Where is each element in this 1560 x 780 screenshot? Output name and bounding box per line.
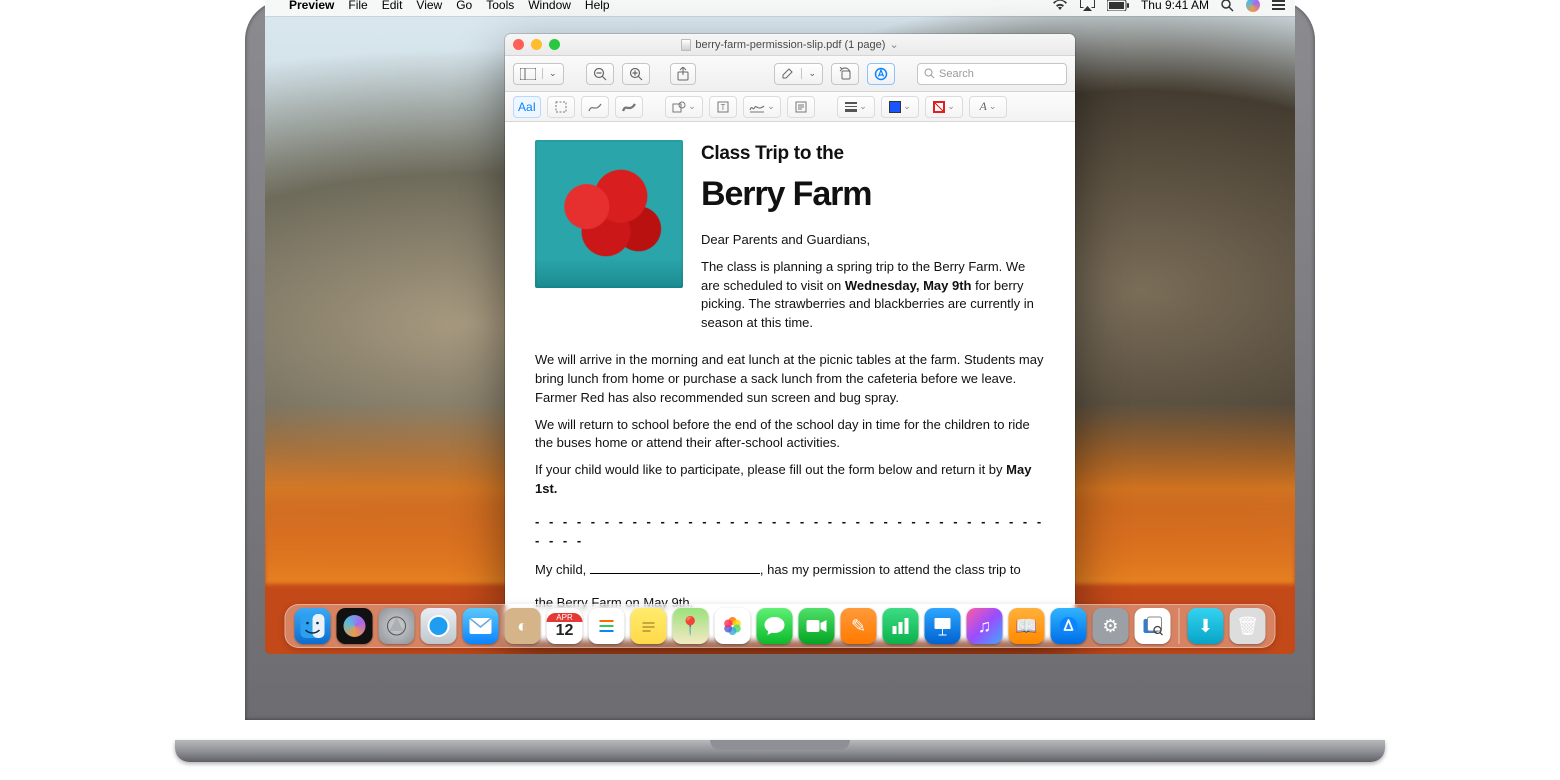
dock-downloads[interactable]: ⬇: [1188, 608, 1224, 644]
menu-clock[interactable]: Thu 9:41 AM: [1141, 0, 1209, 12]
menu-file[interactable]: File: [348, 0, 367, 12]
border-color-button[interactable]: ⌄: [925, 96, 963, 118]
dock-mail[interactable]: [463, 608, 499, 644]
dock-keynote[interactable]: [925, 608, 961, 644]
document-proxy-icon: [681, 39, 691, 51]
window-title: berry-farm-permission-slip.pdf (1 page): [695, 39, 885, 51]
doc-title-line1: Class Trip to the: [701, 140, 1045, 168]
dock-separator: [1179, 608, 1180, 644]
zoom-in-button[interactable]: [622, 63, 650, 85]
fill-color-button[interactable]: ⌄: [881, 96, 919, 118]
dock-facetime[interactable]: [799, 608, 835, 644]
draw-tool-button[interactable]: [615, 96, 643, 118]
share-button[interactable]: [670, 63, 696, 85]
dock-maps[interactable]: 📍: [673, 608, 709, 644]
doc-paragraph-2: We will arrive in the morning and eat lu…: [535, 351, 1045, 408]
document-content: Class Trip to the Berry Farm Dear Parent…: [505, 122, 1075, 640]
rotate-button[interactable]: [831, 63, 859, 85]
doc-title-line2: Berry Farm: [701, 170, 1045, 219]
dock-trash[interactable]: 🗑: [1230, 608, 1266, 644]
screen: Preview File Edit View Go Tools Window H…: [265, 0, 1295, 654]
shapes-button[interactable]: ⌄: [665, 96, 703, 118]
text-box-button[interactable]: T: [709, 96, 737, 118]
window-titlebar[interactable]: berry-farm-permission-slip.pdf (1 page) …: [505, 34, 1075, 56]
siri-icon[interactable]: [1246, 0, 1260, 12]
spotlight-icon[interactable]: [1221, 0, 1234, 12]
doc-paragraph-4: If your child would like to participate,…: [535, 461, 1045, 499]
dock-reminders[interactable]: [589, 608, 625, 644]
dock-ibooks[interactable]: 📖: [1009, 608, 1045, 644]
font-button[interactable]: A⌄: [969, 96, 1007, 118]
sidebar-icon: [514, 68, 542, 80]
title-chevron-icon: ⌄: [889, 38, 898, 51]
window-minimize-button[interactable]: [531, 39, 542, 50]
document-image-strawberries: [535, 140, 683, 288]
menu-window[interactable]: Window: [528, 0, 571, 12]
sign-button[interactable]: ⌄: [743, 96, 781, 118]
search-placeholder: Search: [939, 68, 974, 80]
markup-toolbar: AaI ⌄ T: [505, 92, 1075, 122]
airplay-icon[interactable]: [1080, 0, 1095, 11]
line-style-button[interactable]: ⌄: [837, 96, 875, 118]
doc-greeting: Dear Parents and Guardians,: [701, 231, 1045, 250]
laptop-hinge: [175, 740, 1385, 762]
dock-appstore[interactable]: [1051, 608, 1087, 644]
highlight-button[interactable]: ⌄: [774, 63, 823, 85]
app-menu[interactable]: Preview: [289, 0, 334, 12]
dock-pages[interactable]: ✎: [841, 608, 877, 644]
view-mode-button[interactable]: ⌄: [513, 63, 564, 85]
dock-finder[interactable]: [295, 608, 331, 644]
menu-bar: Preview File Edit View Go Tools Window H…: [265, 0, 1295, 16]
dock-numbers[interactable]: [883, 608, 919, 644]
battery-icon[interactable]: [1107, 0, 1129, 11]
search-field[interactable]: Search: [917, 63, 1067, 85]
selection-tool-button[interactable]: [547, 96, 575, 118]
dock-messages[interactable]: [757, 608, 793, 644]
dock-notes[interactable]: [631, 608, 667, 644]
dock-calendar[interactable]: APR12: [547, 608, 583, 644]
dock-system-preferences[interactable]: ⚙: [1093, 608, 1129, 644]
dock-safari[interactable]: [421, 608, 457, 644]
dock-photos[interactable]: [715, 608, 751, 644]
dock-preview[interactable]: [1135, 608, 1171, 644]
sketch-tool-button[interactable]: [581, 96, 609, 118]
chevron-down-icon: ⌄: [542, 68, 563, 79]
text-style-button[interactable]: AaI: [513, 96, 541, 118]
dock-siri[interactable]: [337, 608, 373, 644]
doc-permission-line1: My child, , has my permission to attend …: [535, 561, 1045, 580]
menu-help[interactable]: Help: [585, 0, 610, 12]
dock-itunes[interactable]: ♫: [967, 608, 1003, 644]
zoom-out-button[interactable]: [586, 63, 614, 85]
dock: ◐ APR12 📍 ✎ ♫ 📖 ⚙ ⬇ 🗑: [285, 604, 1276, 648]
doc-tearoff-divider: - - - - - - - - - - - - - - - - - - - - …: [535, 513, 1045, 551]
dock-contacts[interactable]: ◐: [505, 608, 541, 644]
chevron-down-icon: ⌄: [801, 68, 822, 79]
preview-window: berry-farm-permission-slip.pdf (1 page) …: [505, 34, 1075, 640]
wifi-icon[interactable]: [1052, 0, 1068, 11]
note-button[interactable]: [787, 96, 815, 118]
menu-go[interactable]: Go: [456, 0, 472, 12]
highlighter-icon: [775, 68, 801, 80]
svg-text:T: T: [721, 103, 726, 112]
window-toolbar: ⌄: [505, 56, 1075, 92]
doc-paragraph-1: The class is planning a spring trip to t…: [701, 258, 1045, 333]
doc-paragraph-3: We will return to school before the end …: [535, 416, 1045, 454]
markup-button[interactable]: [867, 63, 895, 85]
window-zoom-button[interactable]: [549, 39, 560, 50]
window-close-button[interactable]: [513, 39, 524, 50]
dock-launchpad[interactable]: [379, 608, 415, 644]
menu-view[interactable]: View: [416, 0, 442, 12]
menu-tools[interactable]: Tools: [486, 0, 514, 12]
notification-center-icon[interactable]: [1272, 0, 1285, 11]
menu-edit[interactable]: Edit: [382, 0, 403, 12]
